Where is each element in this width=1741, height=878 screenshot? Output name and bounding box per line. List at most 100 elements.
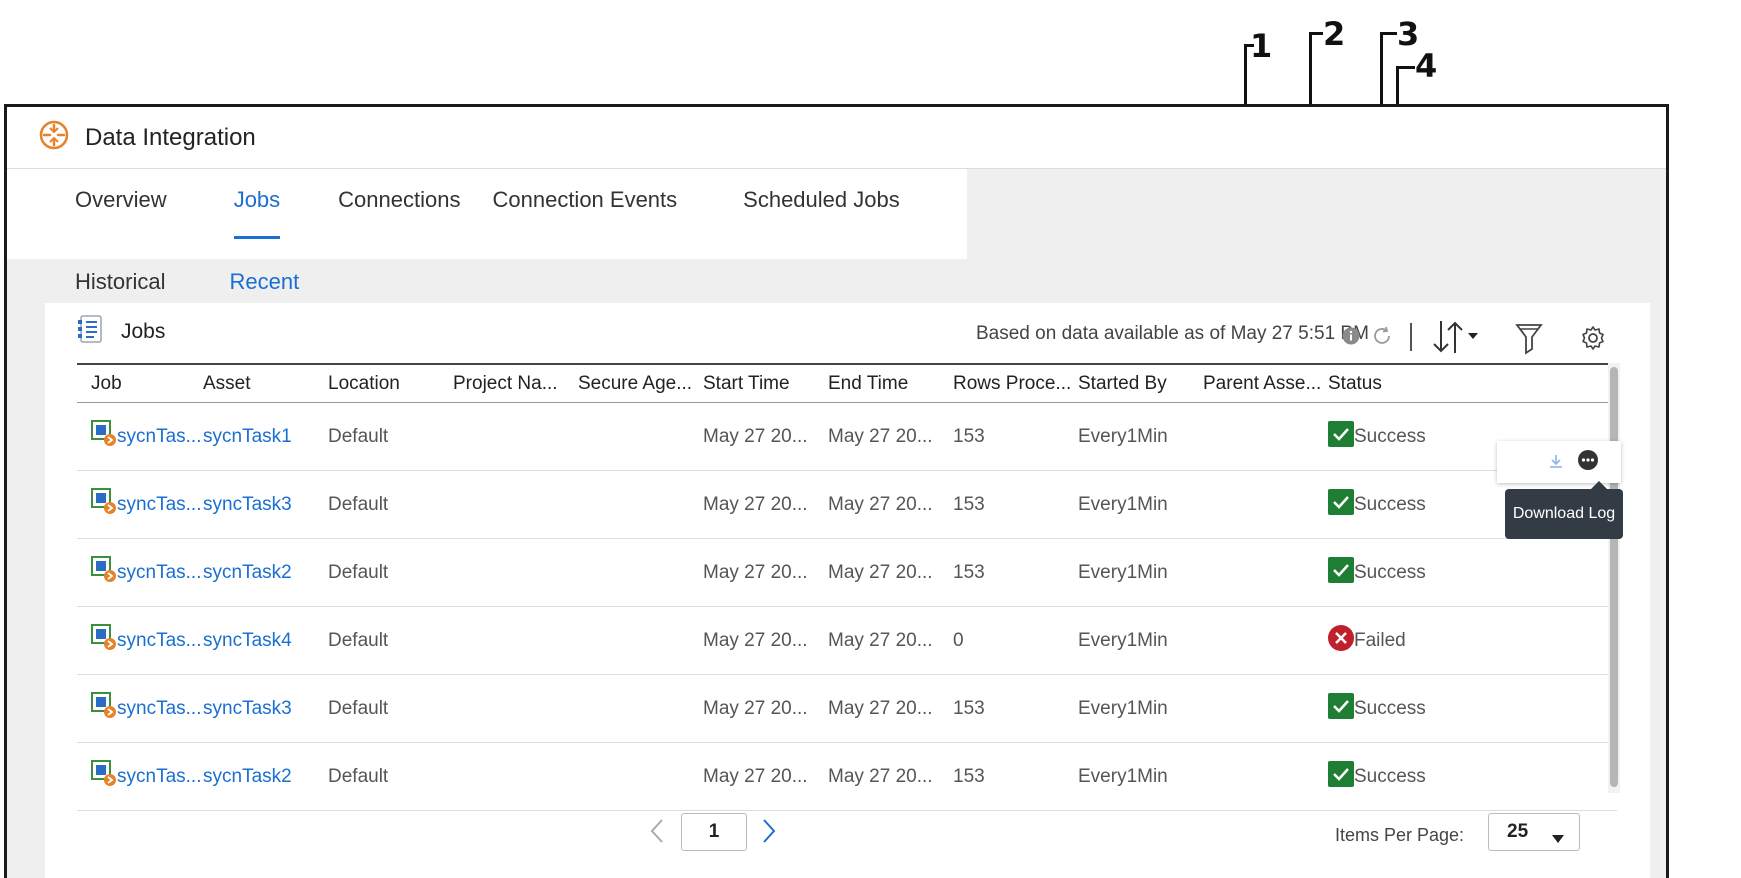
app-window: Data Integration Overview Jobs Connectio… xyxy=(4,104,1669,878)
end-time-cell: May 27 20... xyxy=(828,765,933,787)
job-link[interactable]: sycnTas... xyxy=(117,562,201,584)
column-header-end-time[interactable]: End Time xyxy=(828,373,953,395)
rows-processed-cell: 153 xyxy=(953,425,985,447)
column-header-project-name[interactable]: Project Na... xyxy=(453,373,578,395)
column-header-status[interactable]: Status xyxy=(1328,373,1508,395)
pagination: 1 Items Per Page: 25 xyxy=(45,807,1650,867)
callout-2: 2 xyxy=(1323,15,1346,53)
column-header-job[interactable]: Job xyxy=(77,373,203,395)
location-cell: Default xyxy=(328,493,389,515)
location-cell: Default xyxy=(328,765,389,787)
table-row[interactable]: syncTas... syncTask3 Default May 27 20..… xyxy=(77,471,1617,539)
table-row[interactable]: syncTas... syncTask3 Default May 27 20..… xyxy=(77,675,1617,743)
page-number-input[interactable]: 1 xyxy=(681,813,747,851)
column-header-parent-asset[interactable]: Parent Asse... xyxy=(1203,373,1328,395)
rows-processed-cell: 0 xyxy=(953,629,964,651)
success-check-icon xyxy=(1328,692,1354,725)
table-row[interactable]: sycnTas... sycnTask1 Default May 27 20..… xyxy=(77,403,1617,471)
more-options-icon[interactable] xyxy=(1577,449,1599,476)
rows-processed-cell: 153 xyxy=(953,697,985,719)
started-by-cell: Every1Min xyxy=(1078,765,1168,787)
location-cell: Default xyxy=(328,697,389,719)
panel-header: Jobs xyxy=(77,315,165,349)
location-cell: Default xyxy=(328,425,389,447)
end-time-cell: May 27 20... xyxy=(828,561,933,583)
sort-icon[interactable] xyxy=(1432,319,1484,360)
end-time-cell: May 27 20... xyxy=(828,697,933,719)
table-row[interactable]: sycnTas... sycnTask2 Default May 27 20..… xyxy=(77,539,1617,607)
items-per-page-label: Items Per Page: xyxy=(1335,825,1465,845)
started-by-cell: Every1Min xyxy=(1078,697,1168,719)
start-time-cell: May 27 20... xyxy=(703,697,808,719)
data-as-of-text: Based on data available as of May 27 5:5… xyxy=(976,323,1369,344)
table-header: Job Asset Location Project Na... Secure … xyxy=(77,363,1617,403)
refresh-icon[interactable] xyxy=(1370,324,1394,353)
job-link[interactable]: syncTas... xyxy=(117,630,201,652)
asset-link[interactable]: sycnTask1 xyxy=(203,426,328,448)
scrollbar-thumb[interactable] xyxy=(1610,367,1618,787)
asset-link[interactable]: syncTask4 xyxy=(203,630,328,652)
started-by-cell: Every1Min xyxy=(1078,425,1168,447)
rows-processed-cell: 153 xyxy=(953,493,985,515)
tab-overview[interactable]: Overview xyxy=(75,169,167,239)
row-actions-popover xyxy=(1497,441,1621,483)
rows-processed-cell: 153 xyxy=(953,765,985,787)
chevron-left-icon[interactable] xyxy=(649,817,665,850)
sync-task-icon xyxy=(91,623,117,658)
caret-down-icon xyxy=(1551,828,1565,850)
download-icon[interactable] xyxy=(1547,453,1565,476)
table-row[interactable]: sycnTas... sycnTask2 Default May 27 20..… xyxy=(77,743,1617,811)
sync-task-icon xyxy=(91,691,117,726)
sync-task-icon xyxy=(91,555,117,590)
tab-connection-events[interactable]: Connection Events xyxy=(492,169,677,239)
job-link[interactable]: sycnTas... xyxy=(117,426,201,448)
tab-jobs[interactable]: Jobs xyxy=(233,169,281,239)
column-header-secure-agent[interactable]: Secure Age... xyxy=(578,373,703,395)
started-by-cell: Every1Min xyxy=(1078,493,1168,515)
column-header-start-time[interactable]: Start Time xyxy=(703,373,828,395)
tab-scheduled-jobs[interactable]: Scheduled Jobs xyxy=(743,169,900,239)
location-cell: Default xyxy=(328,561,389,583)
toolbar-divider xyxy=(1410,323,1412,351)
jobs-panel: Jobs Based on data available as of May 2… xyxy=(45,303,1650,878)
column-header-rows-processed[interactable]: Rows Proce... xyxy=(953,373,1078,395)
callout-4: 4 xyxy=(1415,47,1438,85)
document-icon xyxy=(77,315,103,349)
start-time-cell: May 27 20... xyxy=(703,493,808,515)
asset-link[interactable]: sycnTask2 xyxy=(203,766,328,788)
filter-icon[interactable] xyxy=(1515,321,1543,360)
end-time-cell: May 27 20... xyxy=(828,425,933,447)
chevron-right-icon[interactable] xyxy=(761,817,777,850)
status-text: Success xyxy=(1354,561,1426,583)
success-check-icon xyxy=(1328,760,1354,793)
location-cell: Default xyxy=(328,629,389,651)
sync-task-icon xyxy=(91,487,117,522)
asset-link[interactable]: sycnTask2 xyxy=(203,562,328,584)
gear-icon[interactable] xyxy=(1580,325,1606,356)
started-by-cell: Every1Min xyxy=(1078,629,1168,651)
download-log-tooltip: Download Log xyxy=(1505,481,1623,539)
column-header-location[interactable]: Location xyxy=(328,373,453,395)
start-time-cell: May 27 20... xyxy=(703,765,808,787)
asset-link[interactable]: syncTask3 xyxy=(203,698,328,720)
subtab-historical[interactable]: Historical xyxy=(75,259,165,307)
tab-connections[interactable]: Connections xyxy=(338,169,460,239)
success-check-icon xyxy=(1328,488,1354,521)
items-per-page-select[interactable]: 25 xyxy=(1488,813,1580,851)
table-scrollbar[interactable] xyxy=(1608,363,1620,793)
info-icon xyxy=(1342,327,1360,350)
table-row[interactable]: syncTas... syncTask4 Default May 27 20..… xyxy=(77,607,1617,675)
job-link[interactable]: sycnTas... xyxy=(117,766,201,788)
status-text: Success xyxy=(1354,425,1426,447)
toolbar: Based on data available as of May 27 5:5… xyxy=(950,319,1650,359)
column-header-asset[interactable]: Asset xyxy=(203,373,328,395)
asset-link[interactable]: syncTask3 xyxy=(203,494,328,516)
job-link[interactable]: syncTas... xyxy=(117,698,201,720)
callout-3: 3 xyxy=(1397,15,1420,53)
job-link[interactable]: syncTas... xyxy=(117,494,201,516)
items-per-page-value: 25 xyxy=(1507,821,1529,842)
end-time-cell: May 27 20... xyxy=(828,629,933,651)
column-header-started-by[interactable]: Started By xyxy=(1078,373,1203,395)
jobs-table: Job Asset Location Project Na... Secure … xyxy=(77,363,1617,811)
subtab-recent[interactable]: Recent xyxy=(229,259,299,307)
